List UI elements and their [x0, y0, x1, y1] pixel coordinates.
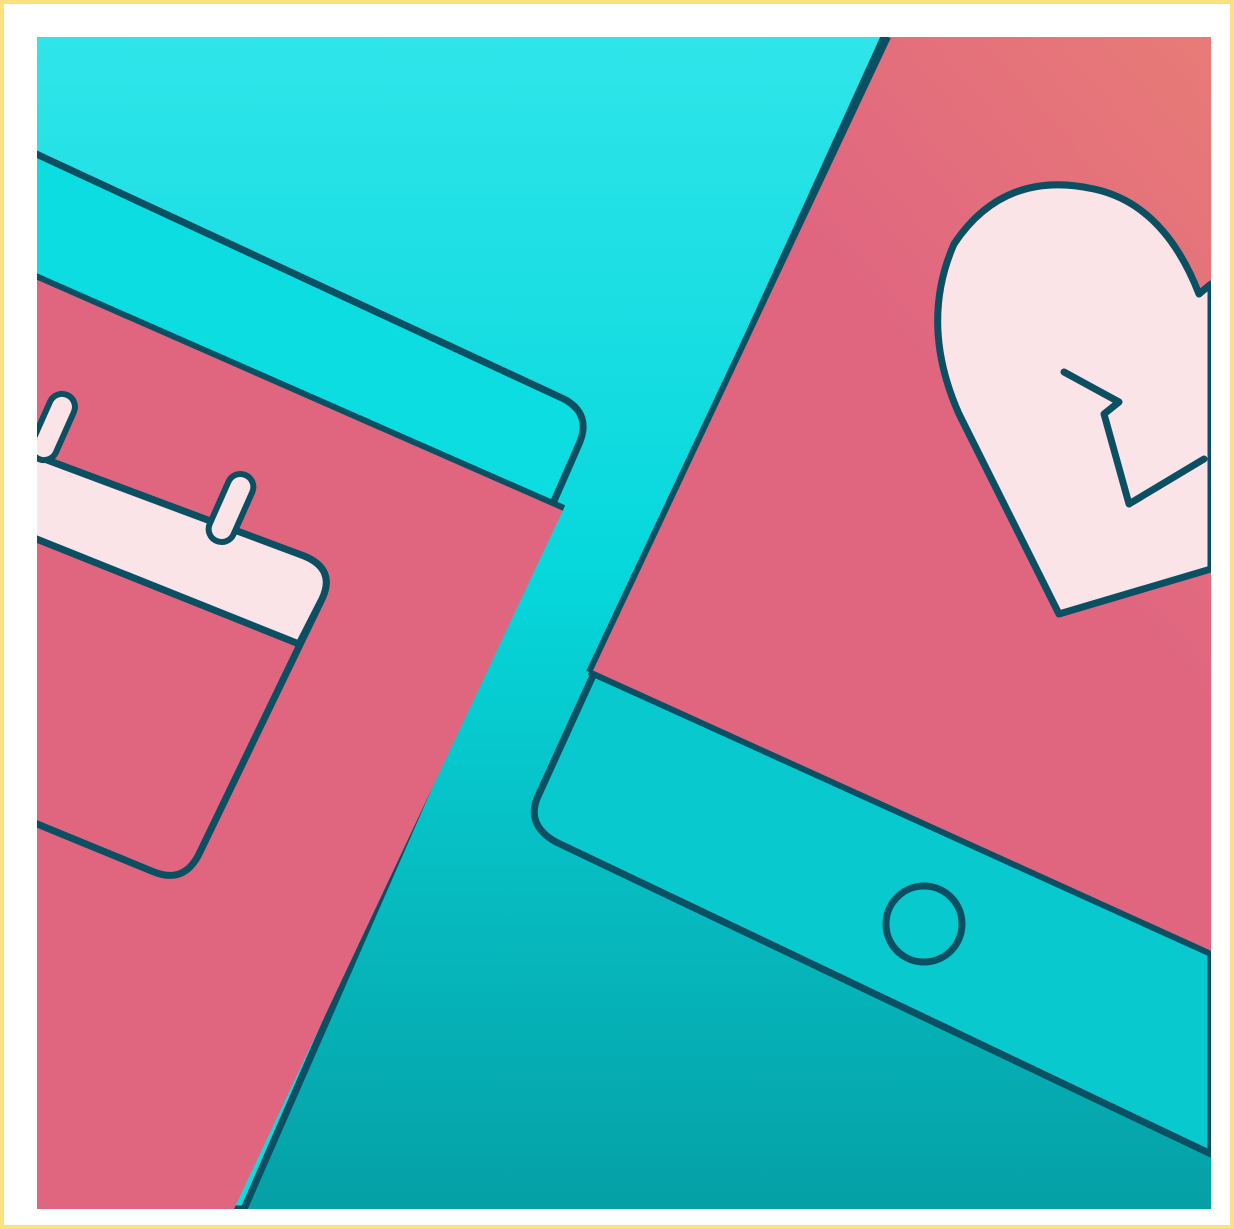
image-frame: [4, 4, 1230, 1225]
illustration-svg: [37, 37, 1211, 1209]
illustration: [37, 37, 1211, 1209]
